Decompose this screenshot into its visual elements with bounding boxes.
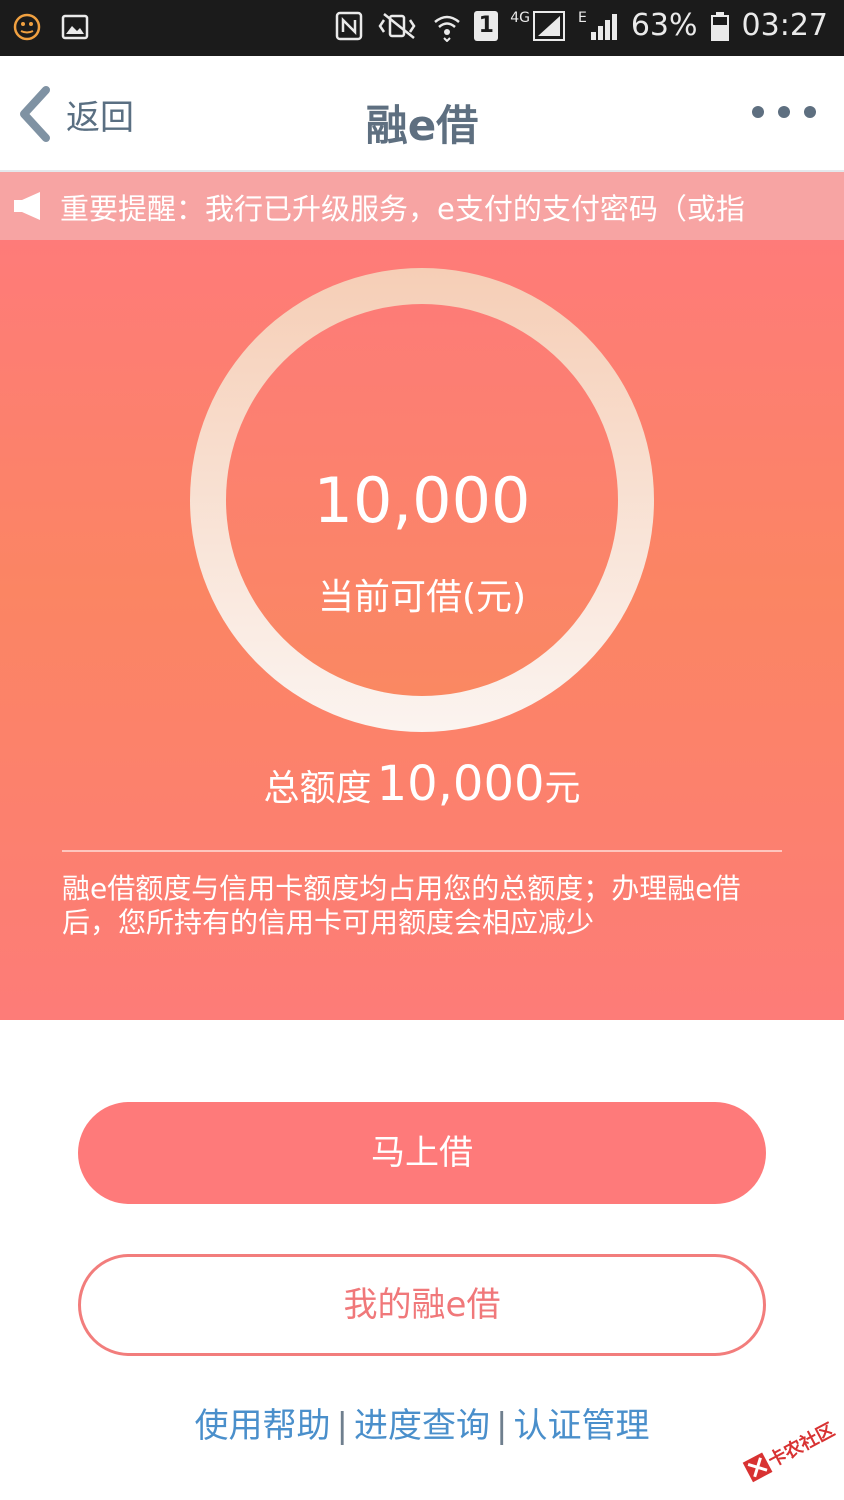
- total-credit-amount: 10,000: [376, 756, 545, 812]
- available-label: 当前可借(元): [317, 577, 527, 618]
- signal-strength-icon: [532, 10, 565, 41]
- more-dot-icon: [804, 106, 816, 118]
- network-indicator: 4G: [510, 10, 566, 42]
- speaker-icon: [14, 192, 40, 220]
- my-loan-button[interactable]: 我的融e借: [78, 1254, 766, 1356]
- total-credit: 总额度 10,000元: [0, 756, 844, 812]
- available-amount: 10,000: [313, 464, 531, 537]
- battery-icon: [710, 11, 729, 41]
- help-link[interactable]: 使用帮助: [195, 1406, 331, 1446]
- footer-links: 使用帮助 | 进度查询 | 认证管理: [0, 1398, 844, 1447]
- vibrate-mute-icon: [378, 12, 416, 39]
- total-credit-unit: 元: [544, 768, 581, 809]
- more-dot-icon: [752, 106, 764, 118]
- app-screen: 1 4G E 63% 03:27 返回 融e借 重要提醒：我行已升级服务，e支付…: [0, 0, 844, 1500]
- credit-summary-panel: 10,000 当前可借(元) 总额度 10,000元 融e借额度与信用卡额度均占…: [0, 240, 844, 1020]
- credit-ring-center: 10,000 当前可借(元): [226, 304, 618, 696]
- status-bar-right: 1 4G E 63% 03:27: [334, 8, 828, 43]
- network-type: 4G: [510, 9, 530, 26]
- secondary-network-indicator: E: [578, 10, 619, 42]
- divider: [62, 850, 782, 852]
- status-bar-left: [12, 12, 90, 42]
- more-dot-icon: [778, 106, 790, 118]
- watermark-logo: 卡农社区: [742, 1419, 838, 1483]
- clock: 03:27: [741, 8, 828, 43]
- link-separator: |: [496, 1406, 508, 1446]
- borrow-now-button[interactable]: 马上借: [78, 1102, 766, 1204]
- sim-slot-badge: 1: [474, 10, 499, 41]
- notice-text: 重要提醒：我行已升级服务，e支付的支付密码（或指: [60, 192, 745, 226]
- progress-query-link[interactable]: 进度查询: [354, 1406, 490, 1446]
- watermark-text: 卡农社区: [764, 1419, 838, 1472]
- nfc-icon: [335, 11, 363, 40]
- battery-percent: 63%: [630, 8, 698, 43]
- more-options-button[interactable]: [752, 106, 816, 118]
- image-notification-icon: [61, 14, 89, 40]
- secondary-network-type: E: [577, 9, 587, 26]
- credit-note: 融e借额度与信用卡额度均占用您的总额度；办理融e借后，您所持有的信用卡可用额度会…: [62, 872, 741, 939]
- page-title: 融e借: [365, 101, 479, 150]
- auth-management-link[interactable]: 认证管理: [513, 1406, 649, 1446]
- link-separator: |: [336, 1406, 348, 1446]
- smiley-notification-icon: [13, 13, 41, 41]
- wifi-icon: [434, 15, 461, 42]
- credit-ring: 10,000 当前可借(元): [190, 268, 654, 732]
- total-credit-label: 总额度: [263, 768, 372, 809]
- app-header: 返回 融e借: [0, 56, 844, 172]
- notice-banner[interactable]: 重要提醒：我行已升级服务，e支付的支付密码（或指: [0, 172, 844, 240]
- signal-bars-icon: [590, 13, 617, 40]
- status-bar: 1 4G E 63% 03:27: [0, 0, 844, 56]
